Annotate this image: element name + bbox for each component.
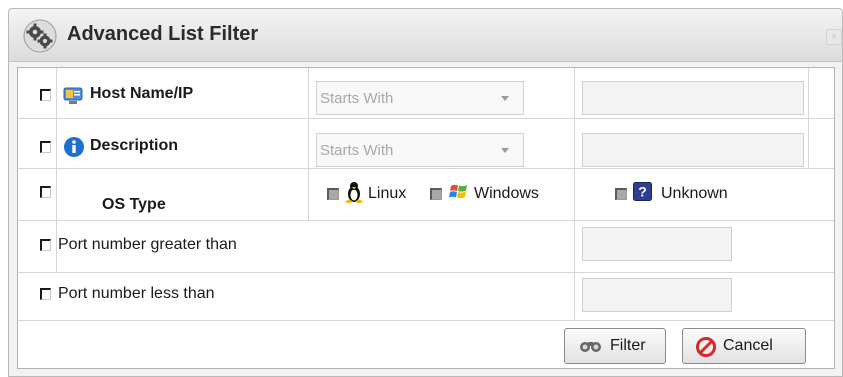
grid-divider bbox=[18, 272, 834, 273]
cancel-button[interactable]: Cancel bbox=[682, 328, 806, 364]
filter-button-label: Filter bbox=[610, 337, 646, 354]
chevron-down-icon bbox=[501, 96, 509, 101]
windows-label: Windows bbox=[474, 185, 539, 202]
host-icon bbox=[63, 87, 83, 104]
dialog-titlebar[interactable]: Advanced List Filter × bbox=[9, 9, 842, 62]
port-less-checkbox[interactable] bbox=[40, 288, 51, 300]
os-type-label: OS Type bbox=[102, 196, 166, 213]
cancel-button-label: Cancel bbox=[723, 337, 773, 354]
dialog-title: Advanced List Filter bbox=[67, 23, 259, 45]
description-checkbox[interactable] bbox=[40, 141, 51, 153]
port-less-label: Port number less than bbox=[58, 285, 215, 302]
binoculars-icon bbox=[580, 342, 601, 352]
description-label: Description bbox=[90, 137, 179, 154]
filter-button[interactable]: Filter bbox=[564, 328, 666, 364]
port-greater-label: Port number greater than bbox=[58, 236, 237, 253]
grid-divider bbox=[18, 220, 834, 221]
description-operator-select[interactable]: Starts With bbox=[316, 133, 524, 167]
description-operator-value: Starts With bbox=[320, 142, 394, 159]
unknown-label: Unknown bbox=[661, 185, 728, 202]
unknown-checkbox[interactable] bbox=[615, 188, 627, 200]
svg-text:?: ? bbox=[638, 184, 647, 200]
linux-checkbox[interactable] bbox=[327, 188, 339, 200]
chevron-down-icon bbox=[501, 148, 509, 153]
unknown-question-icon: ? bbox=[633, 182, 652, 201]
cancel-circle-icon bbox=[696, 337, 716, 357]
port-greater-input[interactable] bbox=[582, 227, 732, 261]
info-icon bbox=[64, 137, 84, 157]
grid-divider bbox=[574, 68, 575, 320]
host-name-operator-select[interactable]: Starts With bbox=[316, 81, 524, 115]
port-greater-checkbox[interactable] bbox=[40, 239, 51, 251]
grid-divider bbox=[308, 68, 309, 220]
host-name-operator-value: Starts With bbox=[320, 90, 394, 107]
host-name-input[interactable] bbox=[582, 81, 804, 115]
port-less-input[interactable] bbox=[582, 278, 732, 312]
linux-label: Linux bbox=[368, 185, 407, 202]
advanced-list-filter-dialog: Advanced List Filter × Host Name/IP Star… bbox=[8, 8, 843, 377]
os-type-checkbox[interactable] bbox=[40, 186, 51, 198]
grid-divider bbox=[56, 68, 57, 272]
grid-divider bbox=[18, 320, 834, 321]
host-name-label: Host Name/IP bbox=[90, 85, 194, 102]
linux-tux-icon bbox=[345, 182, 363, 203]
gears-icon bbox=[23, 19, 57, 53]
host-name-checkbox[interactable] bbox=[40, 89, 51, 101]
grid-divider bbox=[18, 118, 834, 119]
description-input[interactable] bbox=[582, 133, 804, 167]
windows-checkbox[interactable] bbox=[430, 188, 442, 200]
windows-logo-icon bbox=[449, 184, 467, 199]
grid-divider bbox=[18, 168, 834, 169]
close-button[interactable]: × bbox=[826, 29, 842, 45]
filter-grid: Host Name/IP Starts With Description Sta… bbox=[17, 67, 835, 369]
